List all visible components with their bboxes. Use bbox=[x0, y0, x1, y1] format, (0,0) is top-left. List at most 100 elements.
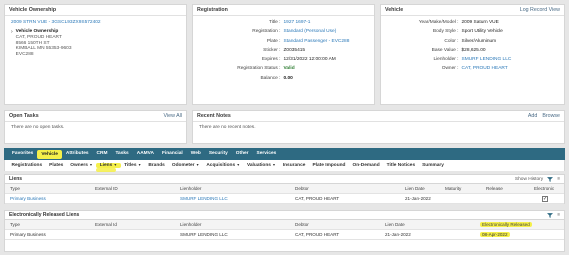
plate-link[interactable]: Standard Passenger - EVC288 bbox=[284, 37, 375, 46]
sticker-value: Z0035415 bbox=[283, 47, 306, 53]
balance-value: 0.00 bbox=[283, 75, 293, 81]
field-label: Year/Make/Model : bbox=[418, 20, 459, 25]
subtab-titles[interactable]: Titles ▼ bbox=[121, 163, 145, 168]
log-record-view-link[interactable]: Log Record View bbox=[520, 7, 560, 13]
section-title: Liens bbox=[9, 176, 23, 182]
subtab-acquisitions[interactable]: Acquisitions ▼ bbox=[203, 163, 244, 168]
subtab-insurance[interactable]: Insurance bbox=[279, 163, 309, 168]
sub-tab-bar: Registrations Plates Owners ▼ Liens ▼ Ti… bbox=[4, 160, 565, 171]
col-header: Lienholder bbox=[180, 186, 202, 191]
col-header: Maturity bbox=[445, 186, 462, 191]
empty-message: There are no recent notes. bbox=[199, 125, 256, 130]
open-tasks-panel: Open Tasks View All There are no open tas… bbox=[4, 110, 187, 144]
table-row[interactable]: Primary Business SMURF LENDING LLC CAT, … bbox=[5, 194, 564, 204]
tab-security[interactable]: Security bbox=[205, 148, 232, 160]
registration-panel: Registration Title : 1927 1697-1 Registr… bbox=[192, 4, 375, 105]
caret-down-icon: ▼ bbox=[89, 163, 93, 167]
field-label: Registration Status : bbox=[237, 66, 281, 72]
ymm-value: 2009 Saturn VUE bbox=[461, 20, 499, 25]
caret-down-icon: ▼ bbox=[236, 163, 240, 167]
show-history-link[interactable]: Show History bbox=[515, 177, 543, 182]
caret-down-icon: ▼ bbox=[137, 163, 142, 167]
registration-type-link[interactable]: Standard (Personal Use) bbox=[284, 27, 375, 36]
lienholder: SMURF LENDING LLC bbox=[180, 232, 228, 237]
highlighted-text: Electronically Released bbox=[480, 222, 532, 227]
subtab-summary[interactable]: Summary bbox=[419, 163, 448, 168]
tab-services[interactable]: Services bbox=[253, 148, 281, 160]
field-label: Owner : bbox=[441, 66, 459, 72]
status-value: Valid bbox=[283, 66, 295, 72]
chevron-right-icon[interactable]: › bbox=[11, 29, 13, 35]
subtab-label: Acquisitions bbox=[206, 163, 236, 168]
base-value: $28,625.00 bbox=[461, 47, 486, 53]
subtab-odometer[interactable]: Odometer ▼ bbox=[168, 163, 202, 168]
panel-title: Vehicle bbox=[385, 7, 404, 13]
color-value: Silver/Aluminum bbox=[461, 38, 497, 44]
lien-date: 21-Jan-2022 bbox=[405, 196, 431, 201]
lienholder-link[interactable]: SMURF LENDING LLC bbox=[180, 194, 228, 204]
subtab-valuations[interactable]: Valuations ▼ bbox=[243, 163, 279, 168]
menu-icon[interactable]: ≡ bbox=[557, 213, 560, 218]
panel-title: Registration bbox=[197, 7, 228, 13]
subtab-plate-impound[interactable]: Plate Impound bbox=[309, 163, 349, 168]
filter-icon[interactable] bbox=[547, 176, 554, 182]
tab-attributes[interactable]: Attributes bbox=[62, 148, 93, 160]
owner-county: EVC288 bbox=[15, 52, 34, 58]
col-header: Lienholder bbox=[180, 222, 202, 227]
view-all-link[interactable]: View All bbox=[164, 113, 182, 119]
empty-message: There are no open tasks. bbox=[11, 125, 65, 130]
col-header: External Id bbox=[95, 222, 117, 227]
vin-link[interactable]: 2009 STRN VUE - 3GSCL93ZX9S572402 bbox=[11, 20, 180, 25]
tab-tasks[interactable]: Tasks bbox=[111, 148, 132, 160]
filter-icon[interactable] bbox=[547, 212, 554, 218]
col-header: Electronically Released bbox=[480, 220, 532, 230]
subtab-plates[interactable]: Plates bbox=[46, 163, 67, 168]
panel-header: Vehicle Ownership bbox=[5, 5, 186, 16]
body-style-value: Sport Utility Vehicle bbox=[461, 29, 503, 35]
subtab-owners[interactable]: Owners ▼ bbox=[67, 163, 96, 168]
caret-down-icon: ▼ bbox=[113, 163, 118, 167]
panel-title: Open Tasks bbox=[9, 113, 39, 119]
tab-favorites[interactable]: Favorites bbox=[8, 148, 37, 160]
subtab-label: Valuations bbox=[246, 163, 271, 168]
browse-notes-link[interactable]: Browse bbox=[542, 113, 560, 119]
subtab-registrations[interactable]: Registrations bbox=[8, 163, 46, 168]
subtab-title-notices[interactable]: Title Notices bbox=[383, 163, 418, 168]
panel-title: Recent Notes bbox=[197, 113, 231, 119]
field-label: Lienholder : bbox=[433, 57, 459, 63]
menu-icon[interactable]: ≡ bbox=[557, 177, 560, 182]
tab-web[interactable]: Web bbox=[187, 148, 205, 160]
table-header-row: Type External Id Lienholder Debtor Lien … bbox=[5, 220, 564, 230]
released-date: 08-Apr-2022 bbox=[480, 230, 510, 240]
elec-liens-table: Type External Id Lienholder Debtor Lien … bbox=[4, 220, 565, 252]
caret-down-icon: ▼ bbox=[195, 163, 200, 167]
caret-down-icon: ▼ bbox=[272, 163, 276, 167]
liens-section-header: Liens Show History ≡ bbox=[4, 174, 565, 184]
col-header: Release bbox=[486, 186, 503, 191]
tab-aamva[interactable]: AAMVA bbox=[133, 148, 158, 160]
expires-value: 12/31/2022 12:00:00 AM bbox=[283, 57, 336, 63]
recent-notes-panel: Recent Notes Add Browse There are no rece… bbox=[192, 110, 565, 144]
field-label: Title : bbox=[268, 20, 281, 25]
lien-date: 21-Jan-2022 bbox=[385, 232, 411, 237]
subtab-brands[interactable]: Brands bbox=[145, 163, 169, 168]
owner-link[interactable]: CAT, PROUD HEART bbox=[462, 64, 564, 73]
col-header: Type bbox=[10, 186, 20, 191]
lien-type-link[interactable]: Primary Business bbox=[10, 194, 46, 204]
title-number-link[interactable]: 1927 1697-1 bbox=[284, 18, 375, 27]
tab-crm[interactable]: CRM bbox=[93, 148, 112, 160]
tab-financial[interactable]: Financial bbox=[158, 148, 187, 160]
add-note-link[interactable]: Add bbox=[528, 113, 537, 119]
debtor: CAT, PROUD HEART bbox=[295, 232, 340, 237]
tab-other[interactable]: Other bbox=[232, 148, 253, 160]
panel-title: Vehicle Ownership bbox=[9, 7, 57, 13]
table-row[interactable]: Primary Business SMURF LENDING LLC CAT, … bbox=[5, 230, 564, 240]
tab-vehicle[interactable]: Vehicle bbox=[37, 149, 62, 159]
electronic-checkbox[interactable]: ✓ bbox=[542, 196, 548, 202]
col-header: Debtor bbox=[295, 186, 309, 191]
col-header: Type bbox=[10, 222, 20, 227]
vehicle-ownership-panel: Vehicle Ownership 2009 STRN VUE - 3GSCL9… bbox=[4, 4, 187, 105]
col-header: Electronic bbox=[534, 186, 555, 191]
lienholder-link[interactable]: SMURF LENDING LLC bbox=[462, 55, 564, 64]
subtab-on-demand[interactable]: On-Demand bbox=[349, 163, 383, 168]
